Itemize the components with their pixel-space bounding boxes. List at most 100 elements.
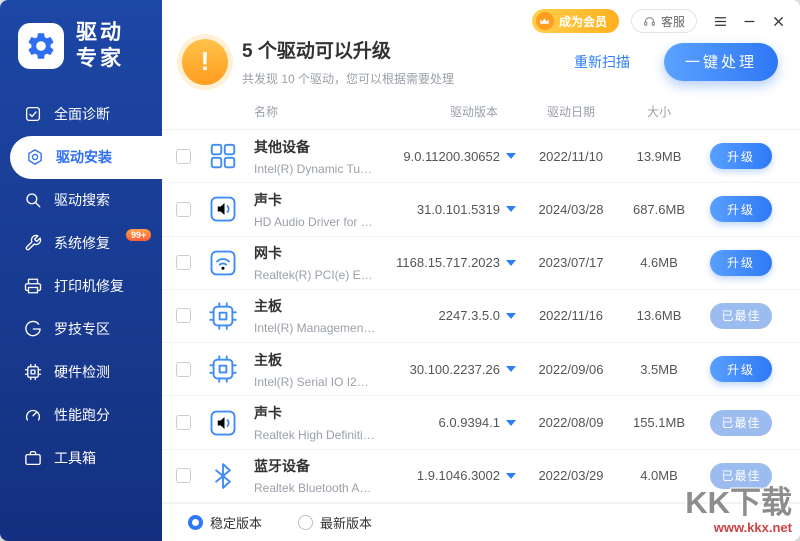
summary-header: ! 5 个驱动可以升级 共发现 10 个驱动，您可以根据需要处理 重新扫描 一键…: [162, 32, 800, 101]
device-desc: Realtek(R) PCI(e) Ethernet Controller: [254, 268, 376, 282]
repair-wrench-icon: [24, 234, 42, 252]
driver-size: 3.5MB: [620, 362, 698, 377]
row-checkbox[interactable]: [176, 308, 191, 323]
row-checkbox[interactable]: [176, 202, 191, 217]
gear-icon: [18, 23, 64, 69]
titlebar: 成为会员 客服: [162, 0, 800, 32]
sidebar-item-benchmark[interactable]: 性能跑分: [0, 394, 162, 437]
row-checkbox[interactable]: [176, 255, 191, 270]
upgrade-button[interactable]: 升级: [710, 250, 772, 276]
driver-row: 主板 Intel(R) Management Engine Interface.…: [162, 290, 800, 343]
device-name: 主板: [254, 296, 376, 316]
device-desc: Realtek Bluetooth Adapter: [254, 481, 376, 495]
sidebar-item-toolbox[interactable]: 工具箱: [0, 437, 162, 480]
header-size: 大小: [620, 103, 698, 120]
one-click-fix-button[interactable]: 一键处理: [664, 43, 778, 81]
version-dropdown[interactable]: [500, 153, 522, 159]
diagnosis-icon: [24, 105, 42, 123]
sidebar-item-driver-search[interactable]: 驱动搜索: [0, 179, 162, 222]
chevron-down-icon: [506, 366, 516, 372]
row-checkbox[interactable]: [176, 468, 191, 483]
version-dropdown[interactable]: [500, 313, 522, 319]
upgrade-button[interactable]: 升级: [710, 356, 772, 382]
device-desc: Intel(R) Serial IO I2C Host Controller -…: [254, 375, 376, 389]
chevron-down-icon: [506, 420, 516, 426]
chevron-down-icon: [506, 260, 516, 266]
driver-version: 30.100.2237.26: [376, 362, 500, 377]
radio-latest[interactable]: 最新版本: [298, 513, 372, 532]
cpu-icon: [24, 363, 42, 381]
upgrade-button[interactable]: 升级: [710, 143, 772, 169]
page-title: 5 个驱动可以升级: [242, 36, 454, 63]
device-desc: Realtek High Definition Audio: [254, 428, 376, 442]
rescan-link[interactable]: 重新扫描: [574, 52, 630, 72]
warning-icon: !: [182, 39, 228, 85]
sidebar-item-printer-repair[interactable]: 打印机修复: [0, 265, 162, 308]
system-repair-badge: 99+: [126, 229, 151, 241]
device-name: 网卡: [254, 243, 376, 263]
driver-date: 2022/11/10: [522, 149, 620, 164]
best-button[interactable]: 已最佳: [710, 303, 772, 329]
device-name: 声卡: [254, 190, 376, 210]
driver-version: 2247.3.5.0: [376, 308, 500, 323]
printer-icon: [24, 277, 42, 295]
driver-row: 蓝牙设备 Realtek Bluetooth Adapter 1.9.1046.…: [162, 450, 800, 503]
upgrade-button[interactable]: 升级: [710, 196, 772, 222]
become-member-button[interactable]: 成为会员: [532, 9, 619, 33]
page-subtitle: 共发现 10 个驱动，您可以根据需要处理: [242, 70, 454, 87]
version-dropdown[interactable]: [500, 366, 522, 372]
driver-size: 4.0MB: [620, 468, 698, 483]
close-icon[interactable]: [771, 14, 786, 29]
driver-version: 9.0.11200.30652: [376, 149, 500, 164]
radio-selected-icon: [188, 515, 203, 530]
header-date: 驱动日期: [522, 103, 620, 120]
driver-size: 155.1MB: [620, 415, 698, 430]
sidebar-item-driver-install[interactable]: 驱动安装: [10, 136, 162, 179]
radio-stable[interactable]: 稳定版本: [188, 513, 262, 532]
chevron-down-icon: [506, 153, 516, 159]
chevron-down-icon: [506, 313, 516, 319]
best-button[interactable]: 已最佳: [710, 463, 772, 489]
version-dropdown[interactable]: [500, 206, 522, 212]
driver-version: 31.0.101.5319: [376, 202, 500, 217]
driver-row: 网卡 Realtek(R) PCI(e) Ethernet Controller…: [162, 237, 800, 290]
chevron-down-icon: [506, 473, 516, 479]
sidebar: 驱动 专家 全面诊断 驱动安装 驱动搜索 系统修复 99+: [0, 0, 162, 541]
best-button[interactable]: 已最佳: [710, 410, 772, 436]
toolbox-icon: [24, 449, 42, 467]
driver-size: 13.6MB: [620, 308, 698, 323]
sidebar-item-full-diagnosis[interactable]: 全面诊断: [0, 93, 162, 136]
driver-list: 其他设备 Intel(R) Dynamic Tuning Technology …: [162, 130, 800, 503]
version-options: 稳定版本 最新版本: [162, 503, 800, 541]
header-name: 名称: [254, 103, 376, 120]
crown-icon: [536, 12, 554, 30]
sidebar-item-hardware-detect[interactable]: 硬件检测: [0, 351, 162, 394]
row-checkbox[interactable]: [176, 415, 191, 430]
device-name: 主板: [254, 350, 376, 370]
driver-version: 1.9.1046.3002: [376, 468, 500, 483]
sidebar-item-logitech-zone[interactable]: 罗技专区: [0, 308, 162, 351]
driver-row: 主板 Intel(R) Serial IO I2C Host Controlle…: [162, 343, 800, 396]
headset-icon: [643, 15, 656, 28]
row-checkbox[interactable]: [176, 149, 191, 164]
sidebar-item-system-repair[interactable]: 系统修复 99+: [0, 222, 162, 265]
bluetooth-icon: [208, 461, 238, 491]
chip-icon: [208, 354, 238, 384]
version-dropdown[interactable]: [500, 420, 522, 426]
menu-icon[interactable]: [713, 14, 728, 29]
driver-row: 声卡 HD Audio Driver for Display Audio 31.…: [162, 183, 800, 236]
minimize-icon[interactable]: [742, 14, 757, 29]
version-dropdown[interactable]: [500, 260, 522, 266]
driver-size: 687.6MB: [620, 202, 698, 217]
table-header: 名称 驱动版本 驱动日期 大小: [162, 101, 800, 130]
version-dropdown[interactable]: [500, 473, 522, 479]
customer-service-button[interactable]: 客服: [631, 9, 697, 33]
driver-date: 2022/08/09: [522, 415, 620, 430]
logitech-g-icon: [24, 320, 42, 338]
row-checkbox[interactable]: [176, 362, 191, 377]
device-desc: Intel(R) Dynamic Tuning Technology: [254, 162, 376, 176]
driver-size: 4.6MB: [620, 255, 698, 270]
driver-version: 1168.15.717.2023: [376, 255, 500, 270]
main-panel: 成为会员 客服 ! 5 个驱动可以升级 共发现 10 个驱动，您可以根据需要处理…: [162, 0, 800, 541]
app-logo: 驱动 专家: [0, 0, 162, 89]
